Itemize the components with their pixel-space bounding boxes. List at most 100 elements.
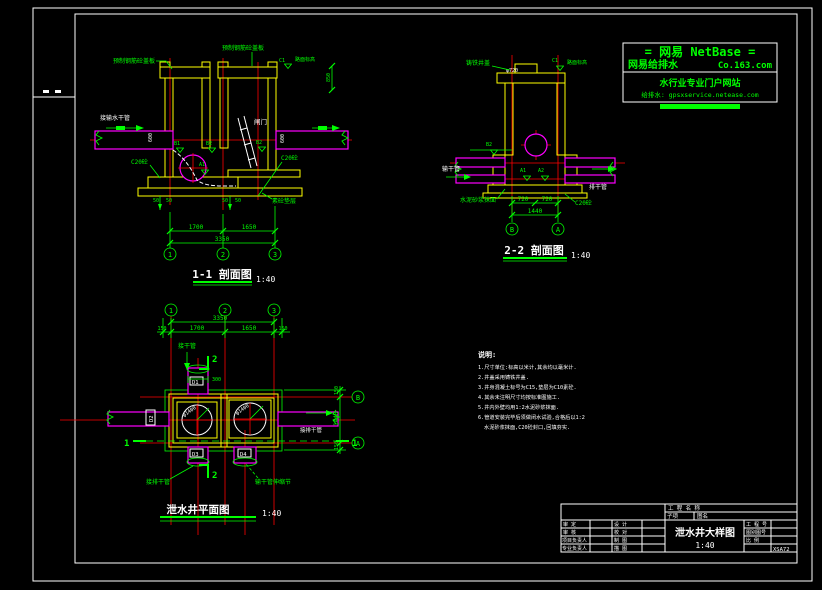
plan-top-label: 接干管 (178, 342, 196, 350)
plan-d2-label: D2 (149, 415, 155, 422)
s22-c20-label: C20砼 (575, 199, 592, 207)
brand-line3: 水行业专业门户网站 (659, 77, 740, 89)
section-1-1: 闸门 接输水干管 600 600 预制钢筋砼盖板 预制钢筋砼盖板 C1 路面标高… (90, 44, 352, 286)
s22-in-label: 输干管 (442, 165, 460, 173)
s11-axis-2: 2 (221, 251, 225, 259)
s11-pipe-dim-left: 600 (148, 133, 154, 142)
s22-title: 2-2 剖面图 1:40 (503, 243, 590, 262)
plan-br-label: 输干管伸缩节 (255, 478, 291, 486)
s11-side-dim: 850 (326, 73, 332, 82)
s11-dims: 1700 1650 3350 1 2 3 (163, 206, 282, 261)
tb-drawing-no: XSA72 (773, 547, 790, 553)
plan-bl-label: 接排干管 (146, 478, 170, 486)
tb-drawing-title: 泄水井大样图 (675, 526, 735, 539)
s22-a2-marker: A2 (538, 168, 544, 174)
s11-inlet-label: 接输水干管 (100, 114, 130, 122)
plan-title-text: 泄水井平面图 (167, 503, 230, 516)
plan-d1-label: D1 (192, 380, 199, 386)
brand-right: Co.163.com (718, 61, 773, 71)
s11-dim-1650: 1650 (242, 224, 257, 231)
s11-dim-50-c: 50 (222, 198, 228, 204)
notes-line-5: 5.井内外壁均用1:2水泥砂浆抹面. (478, 403, 559, 411)
plan-dim-1440: 1440 (333, 411, 340, 426)
plan-d4-label: D4 (240, 452, 247, 458)
s22-a1-marker: A1 (520, 168, 526, 174)
plan-axis-1: 1 (169, 307, 173, 315)
plan-dim-1650: 1650 (242, 325, 257, 332)
s11-gate-label: 闸门 (254, 117, 267, 126)
s22-out-label: 排干管 (589, 183, 607, 191)
s22-mortar-label: 水泥砂浆抹面 (460, 196, 496, 204)
plan-title: 泄水井平面图 1:40 (160, 503, 281, 522)
section-2-2: φ720 铸铁井盖 C1 路面标高 B2 A1 A2 输干管 排干管 水泥砂浆抹… (442, 55, 625, 262)
tb-right3-label: 比 例 (746, 537, 759, 544)
tb-col-trace: 描 图 (614, 545, 627, 552)
s11-axis-1: 1 (168, 251, 172, 259)
s22-dims: 720 720 1440 B A (505, 196, 565, 236)
plan-sec2-bottom: 2 (212, 471, 217, 481)
plan-walls: φ1400 φ1400 (164, 389, 283, 452)
tb-fig-label: 图名 (697, 512, 708, 520)
title-block: 工 程 名 称 子项 图名 审 定 审 核 项目负责人 专业负责人 设 计 校 … (560, 503, 798, 553)
notes-line-1: 1.尺寸单位:标高以米计,其余均以毫米计. (478, 363, 577, 371)
s11-c1-marker: C1 (279, 58, 285, 64)
plan-dims-top: 3350 150 1700 1650 150 1 2 3 (157, 303, 290, 338)
s22-axis-a: A (556, 226, 561, 234)
s22-scale: 1:40 (571, 251, 590, 260)
tb-row1-label: 审 定 (563, 521, 576, 528)
s22-title-text: 2-2 剖面图 (504, 243, 564, 257)
tb-project-label: 工 程 名 称 (668, 504, 700, 512)
plan-phi1400-left: φ1400 (182, 405, 198, 419)
tb-row4-label: 专业负责人 (562, 545, 587, 552)
notes: 说明: 1.尺寸单位:标高以米计,其余均以毫米计. 2.井盖采用铸铁井盖. 3.… (478, 350, 585, 431)
s22-dim-1440: 1440 (528, 208, 543, 215)
plan-d3-label: D3 (192, 452, 199, 458)
s11-c20-left: C20砼 (131, 158, 148, 166)
plan-sec2-top: 2 (212, 355, 217, 365)
plan-axis-a: A (356, 440, 361, 448)
s11-pipe-dim-right: 600 (280, 134, 286, 143)
s11-title: 1-1 剖面图 1:40 (192, 267, 275, 286)
tb-row2-label: 审 核 (563, 529, 576, 536)
s22-phi720: φ720 (506, 68, 518, 74)
s11-c20-right: C20砼 (281, 154, 298, 162)
tb-right1-label: 工 程 号 (746, 521, 767, 528)
branding-box: = 网易 NetBase = 网易给排水 Co.163.com 水行业专业门户网… (622, 42, 778, 109)
s22-cover-label: 铸铁井盖 (466, 59, 490, 67)
plan-dim-150r: 150 (278, 326, 287, 332)
s22-b2-marker: B2 (486, 142, 492, 148)
s11-road-label: 路面标高 (295, 56, 315, 63)
tb-drawing-scale: 1:40 (695, 541, 714, 550)
s11-pipes (94, 130, 349, 183)
tb-col-check: 校 对 (614, 529, 627, 536)
notes-line-4: 4.其余未注明尺寸均按标准图施工. (478, 393, 560, 401)
s11-cover-label-1: 预制钢筋砼盖板 (113, 57, 155, 65)
s11-cushion-label: 素砼垫层 (272, 197, 296, 205)
brand-title: = 网易 NetBase = (645, 45, 756, 59)
plan-view: φ1400 φ1400 D1 D2 D3 D4 接干管 2 2 1 1 接排干管… (60, 303, 365, 535)
s22-axis-b: B (510, 226, 514, 234)
s22-road-label: 路面标高 (567, 59, 587, 66)
cad-sheet: = 网易 NetBase = 网易给排水 Co.163.com 水行业专业门户网… (0, 0, 822, 590)
drawing-canvas: = 网易 NetBase = 网易给排水 Co.163.com 水行业专业门户网… (32, 7, 813, 582)
s22-dim-720b: 720 (542, 196, 553, 203)
s11-b1-marker: B1 (174, 141, 180, 147)
s11-walls (137, 61, 303, 197)
s22-pipes (454, 133, 617, 184)
s11-title-text: 1-1 剖面图 (192, 267, 252, 281)
s11-cover-label-2: 预制钢筋砼盖板 (222, 44, 264, 52)
plan-phi1400-right: φ1400 (235, 403, 251, 417)
plan-axis-3: 3 (272, 307, 276, 315)
plan-dim-150l: 150 (157, 326, 166, 332)
brand-line4: 给排水: gpsxservice.netease.com (641, 90, 758, 99)
tb-sub-label: 子项 (667, 513, 679, 520)
s11-axis-3: 3 (273, 251, 277, 259)
s22-c1-marker: C1 (552, 58, 558, 64)
s11-dim-50-d: 50 (235, 198, 241, 204)
s11-dim-50-a: 50 (153, 198, 159, 204)
plan-dim-1700: 1700 (190, 325, 205, 332)
plan-scale: 1:40 (262, 509, 281, 518)
notes-line-6: 6.管道安装完毕后须做闭水试验,合格后以1:2 (478, 413, 585, 421)
tb-row3-label: 项目负责人 (562, 537, 587, 544)
plan-dim-300: 300 (212, 377, 221, 383)
